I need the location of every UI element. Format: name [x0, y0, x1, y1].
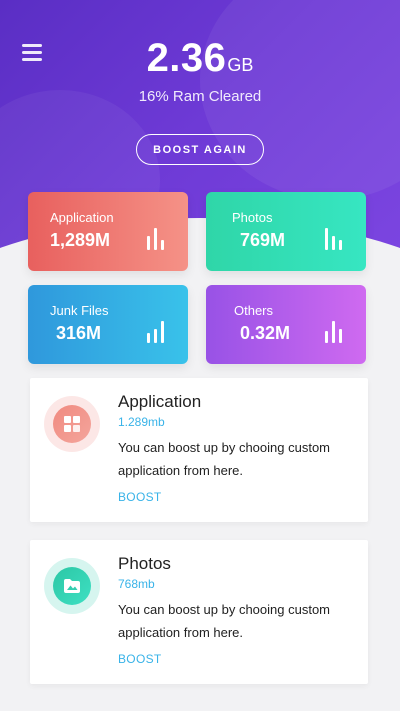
tile-junk-files[interactable]: Junk Files 316M [28, 285, 188, 364]
photo-folder-icon [53, 567, 91, 605]
tile-value: 769M [240, 230, 286, 250]
tile-value: 316M [56, 323, 102, 343]
tile-label: Junk Files [50, 303, 109, 318]
card-description: You can boost up by chooing custom appli… [118, 602, 330, 640]
tile-application[interactable]: Application 1,289M [28, 192, 188, 271]
tile-label: Photos [232, 210, 273, 225]
tile-photos[interactable]: Photos 769M [206, 192, 366, 271]
card-title: Photos [118, 554, 171, 573]
card-size: 1.289mb [118, 415, 165, 429]
boost-link[interactable]: BOOST [118, 490, 162, 504]
card-title: Application [118, 392, 202, 411]
ram-unit: GB [227, 55, 254, 75]
tile-label: Others [234, 303, 274, 318]
tile-value: 0.32M [240, 323, 291, 343]
photo-icon-halo [44, 558, 100, 614]
grid-icon-halo [44, 396, 100, 452]
bar-chart-icon [147, 228, 164, 250]
tile-value: 1,289M [50, 230, 111, 250]
boost-again-button[interactable]: BOOST AGAIN [136, 134, 264, 165]
bar-chart-icon [147, 321, 164, 343]
card-size: 768mb [118, 577, 155, 591]
bar-chart-icon [325, 321, 342, 343]
application-card: Application 1.289mb You can boost up by … [30, 378, 368, 522]
photos-card: Photos 768mb You can boost up by chooing… [30, 540, 368, 684]
grid-icon [53, 405, 91, 443]
card-description: You can boost up by chooing custom appli… [118, 440, 330, 478]
tile-label: Application [50, 210, 114, 225]
bar-chart-icon [325, 228, 342, 250]
tile-others[interactable]: Others 0.32M [206, 285, 366, 364]
ram-cleared-text: 16% Ram Cleared [138, 88, 262, 105]
ram-readout: 2.36GB [0, 36, 400, 81]
ram-value: 2.36 [146, 36, 227, 80]
boost-link[interactable]: BOOST [118, 652, 162, 666]
